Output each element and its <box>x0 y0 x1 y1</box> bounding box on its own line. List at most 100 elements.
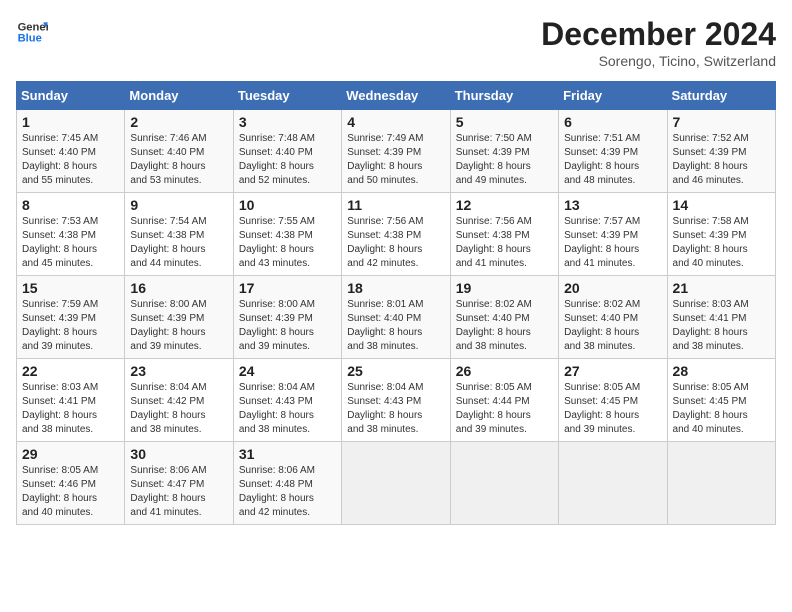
calendar-week-row: 22 Sunrise: 8:03 AM Sunset: 4:41 PM Dayli… <box>17 359 776 442</box>
calendar-day-cell: 23Sunrise: 8:04 AM Sunset: 4:42 PM Dayli… <box>125 359 233 442</box>
day-info: Sunrise: 8:05 AM Sunset: 4:46 PM Dayligh… <box>22 464 119 520</box>
calendar-day-cell: 27 Sunrise: 8:05 AM Sunset: 4:45 PM Dayli… <box>559 359 667 442</box>
day-number: 12 <box>456 197 553 213</box>
day-number: 2 <box>130 114 227 130</box>
day-info: Sunrise: 8:02 AM Sunset: 4:40 PM Dayligh… <box>564 298 661 354</box>
day-number: 26 <box>456 363 553 379</box>
calendar-day-cell: 17 Sunrise: 8:00 AM Sunset: 4:39 PM Dayli… <box>233 276 341 359</box>
calendar-day-cell: 10Sunrise: 7:55 AM Sunset: 4:38 PM Dayli… <box>233 193 341 276</box>
calendar-day-cell: 28 Sunrise: 8:05 AM Sunset: 4:45 PM Dayli… <box>667 359 775 442</box>
day-number: 29 <box>22 446 119 462</box>
day-info: Sunrise: 8:05 AM Sunset: 4:45 PM Dayligh… <box>564 381 661 437</box>
calendar-day-cell: 13Sunrise: 7:57 AM Sunset: 4:39 PM Dayli… <box>559 193 667 276</box>
svg-text:Blue: Blue <box>18 33 42 45</box>
day-info: Sunrise: 7:58 AM Sunset: 4:39 PM Dayligh… <box>673 215 770 271</box>
calendar-day-cell: 11Sunrise: 7:56 AM Sunset: 4:38 PM Dayli… <box>342 193 450 276</box>
day-number: 14 <box>673 197 770 213</box>
day-info: Sunrise: 7:51 AM Sunset: 4:39 PM Dayligh… <box>564 132 661 188</box>
day-info: Sunrise: 7:46 AM Sunset: 4:40 PM Dayligh… <box>130 132 227 188</box>
day-number: 19 <box>456 280 553 296</box>
day-number: 4 <box>347 114 444 130</box>
day-info: Sunrise: 7:48 AM Sunset: 4:40 PM Dayligh… <box>239 132 336 188</box>
day-number: 24 <box>239 363 336 379</box>
day-info: Sunrise: 7:56 AM Sunset: 4:38 PM Dayligh… <box>456 215 553 271</box>
calendar-day-cell: 25Sunrise: 8:04 AM Sunset: 4:43 PM Dayli… <box>342 359 450 442</box>
calendar-day-cell: 8 Sunrise: 7:53 AM Sunset: 4:38 PM Daylig… <box>17 193 125 276</box>
day-number: 9 <box>130 197 227 213</box>
day-number: 5 <box>456 114 553 130</box>
day-info: Sunrise: 8:06 AM Sunset: 4:47 PM Dayligh… <box>130 464 227 520</box>
calendar-day-cell: 9Sunrise: 7:54 AM Sunset: 4:38 PM Daylig… <box>125 193 233 276</box>
calendar-header-row: SundayMondayTuesdayWednesdayThursdayFrid… <box>17 82 776 110</box>
day-info: Sunrise: 8:03 AM Sunset: 4:41 PM Dayligh… <box>673 298 770 354</box>
month-title: December 2024 <box>541 16 776 53</box>
day-info: Sunrise: 7:57 AM Sunset: 4:39 PM Dayligh… <box>564 215 661 271</box>
day-info: Sunrise: 8:04 AM Sunset: 4:43 PM Dayligh… <box>347 381 444 437</box>
calendar-day-cell: 30 Sunrise: 8:06 AM Sunset: 4:47 PM Dayli… <box>125 442 233 525</box>
day-number: 20 <box>564 280 661 296</box>
day-of-week-header: Thursday <box>450 82 558 110</box>
calendar-day-cell: 14 Sunrise: 7:58 AM Sunset: 4:39 PM Dayli… <box>667 193 775 276</box>
calendar-day-cell: 3 Sunrise: 7:48 AM Sunset: 4:40 PM Daylig… <box>233 110 341 193</box>
day-number: 31 <box>239 446 336 462</box>
calendar-day-cell <box>667 442 775 525</box>
day-of-week-header: Friday <box>559 82 667 110</box>
calendar-body: 1Sunrise: 7:45 AM Sunset: 4:40 PM Daylig… <box>17 110 776 525</box>
calendar-day-cell: 6Sunrise: 7:51 AM Sunset: 4:39 PM Daylig… <box>559 110 667 193</box>
day-info: Sunrise: 8:02 AM Sunset: 4:40 PM Dayligh… <box>456 298 553 354</box>
calendar-day-cell <box>559 442 667 525</box>
calendar-day-cell: 16 Sunrise: 8:00 AM Sunset: 4:39 PM Dayli… <box>125 276 233 359</box>
day-info: Sunrise: 7:49 AM Sunset: 4:39 PM Dayligh… <box>347 132 444 188</box>
calendar-day-cell: 24 Sunrise: 8:04 AM Sunset: 4:43 PM Dayli… <box>233 359 341 442</box>
day-info: Sunrise: 8:06 AM Sunset: 4:48 PM Dayligh… <box>239 464 336 520</box>
day-of-week-header: Saturday <box>667 82 775 110</box>
day-info: Sunrise: 8:05 AM Sunset: 4:44 PM Dayligh… <box>456 381 553 437</box>
day-info: Sunrise: 8:04 AM Sunset: 4:43 PM Dayligh… <box>239 381 336 437</box>
day-info: Sunrise: 8:05 AM Sunset: 4:45 PM Dayligh… <box>673 381 770 437</box>
calendar-day-cell: 5 Sunrise: 7:50 AM Sunset: 4:39 PM Daylig… <box>450 110 558 193</box>
day-info: Sunrise: 7:59 AM Sunset: 4:39 PM Dayligh… <box>22 298 119 354</box>
logo-icon: General Blue <box>16 16 48 48</box>
calendar-week-row: 29 Sunrise: 8:05 AM Sunset: 4:46 PM Dayli… <box>17 442 776 525</box>
day-number: 17 <box>239 280 336 296</box>
day-number: 3 <box>239 114 336 130</box>
day-number: 15 <box>22 280 119 296</box>
svg-text:General: General <box>18 21 48 33</box>
day-number: 10 <box>239 197 336 213</box>
calendar-day-cell <box>342 442 450 525</box>
calendar-week-row: 1Sunrise: 7:45 AM Sunset: 4:40 PM Daylig… <box>17 110 776 193</box>
day-info: Sunrise: 7:53 AM Sunset: 4:38 PM Dayligh… <box>22 215 119 271</box>
header: General Blue December 2024 Sorengo, Tici… <box>16 16 776 69</box>
day-number: 16 <box>130 280 227 296</box>
calendar-day-cell <box>450 442 558 525</box>
calendar-week-row: 15 Sunrise: 7:59 AM Sunset: 4:39 PM Dayli… <box>17 276 776 359</box>
day-info: Sunrise: 7:52 AM Sunset: 4:39 PM Dayligh… <box>673 132 770 188</box>
day-number: 23 <box>130 363 227 379</box>
calendar-day-cell: 22 Sunrise: 8:03 AM Sunset: 4:41 PM Dayli… <box>17 359 125 442</box>
calendar-day-cell: 20 Sunrise: 8:02 AM Sunset: 4:40 PM Dayli… <box>559 276 667 359</box>
day-number: 18 <box>347 280 444 296</box>
day-of-week-header: Wednesday <box>342 82 450 110</box>
calendar-day-cell: 15 Sunrise: 7:59 AM Sunset: 4:39 PM Dayli… <box>17 276 125 359</box>
calendar-day-cell: 19 Sunrise: 8:02 AM Sunset: 4:40 PM Dayli… <box>450 276 558 359</box>
day-number: 30 <box>130 446 227 462</box>
calendar-day-cell: 26 Sunrise: 8:05 AM Sunset: 4:44 PM Dayli… <box>450 359 558 442</box>
day-number: 8 <box>22 197 119 213</box>
day-number: 1 <box>22 114 119 130</box>
day-number: 11 <box>347 197 444 213</box>
day-info: Sunrise: 8:01 AM Sunset: 4:40 PM Dayligh… <box>347 298 444 354</box>
day-number: 21 <box>673 280 770 296</box>
day-info: Sunrise: 8:00 AM Sunset: 4:39 PM Dayligh… <box>130 298 227 354</box>
day-number: 27 <box>564 363 661 379</box>
day-info: Sunrise: 8:03 AM Sunset: 4:41 PM Dayligh… <box>22 381 119 437</box>
day-number: 22 <box>22 363 119 379</box>
day-number: 28 <box>673 363 770 379</box>
day-of-week-header: Tuesday <box>233 82 341 110</box>
day-info: Sunrise: 8:00 AM Sunset: 4:39 PM Dayligh… <box>239 298 336 354</box>
day-of-week-header: Sunday <box>17 82 125 110</box>
day-info: Sunrise: 7:50 AM Sunset: 4:39 PM Dayligh… <box>456 132 553 188</box>
calendar-day-cell: 2 Sunrise: 7:46 AM Sunset: 4:40 PM Daylig… <box>125 110 233 193</box>
calendar-day-cell: 31 Sunrise: 8:06 AM Sunset: 4:48 PM Dayli… <box>233 442 341 525</box>
calendar-table: SundayMondayTuesdayWednesdayThursdayFrid… <box>16 81 776 525</box>
calendar-week-row: 8 Sunrise: 7:53 AM Sunset: 4:38 PM Daylig… <box>17 193 776 276</box>
